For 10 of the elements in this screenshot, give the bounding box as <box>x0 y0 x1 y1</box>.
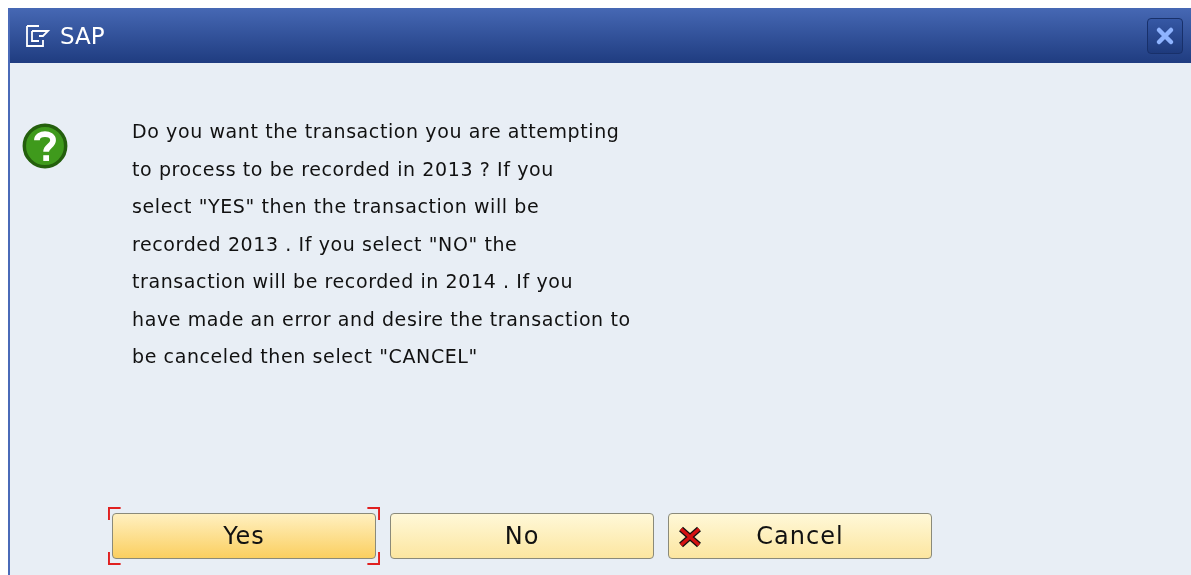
question-icon <box>22 123 68 169</box>
dialog-button[interactable]: Cancel <box>668 513 932 559</box>
close-icon <box>1155 25 1175 46</box>
message-text: Do you want the transaction you are attempting to process to be recorded in 2013 ? If you select "YES" then the transaction will be recorded 2013 . If you select "NO" the transaction will be recorded in 2014 . If you have made an error and desire the transaction to be canceled then select "CANCEL" <box>132 119 631 369</box>
close-button[interactable] <box>1147 17 1183 54</box>
dialog-button[interactable]: Yes <box>112 513 376 559</box>
cross-icon <box>677 526 703 548</box>
window-icon <box>26 24 52 47</box>
dialog-button[interactable]: No <box>390 513 654 559</box>
window-title: SAP <box>60 22 105 49</box>
